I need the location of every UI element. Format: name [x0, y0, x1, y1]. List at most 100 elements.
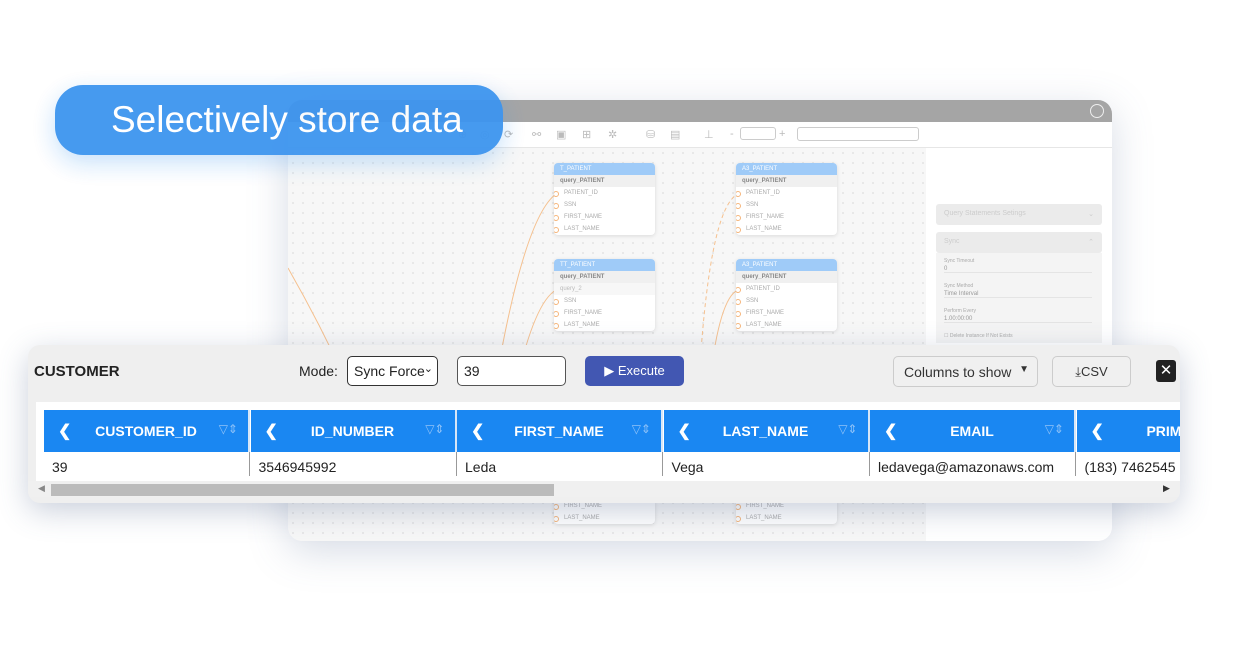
checkbox-label: Delete Instance If Not Exists	[949, 333, 1013, 339]
decrease-button[interactable]: -	[730, 128, 734, 140]
chevron-left-icon[interactable]: ❮	[884, 421, 897, 441]
table-cell: ledavega@amazonaws.com	[870, 452, 1076, 476]
table-cell: 3546945992	[251, 452, 457, 476]
table-node[interactable]: A3_PATIENT query_PATIENT PATIENT_ID SSN …	[736, 163, 837, 235]
scroll-left-icon[interactable]: ◀	[38, 483, 45, 494]
refresh-icon[interactable]: ⟳	[504, 128, 513, 141]
dialog-title: CUSTOMER	[34, 363, 120, 380]
node-query: query_PATIENT	[736, 271, 837, 283]
add-table-icon[interactable]: ⊞	[582, 128, 591, 141]
sync-timeout-input[interactable]: 0	[944, 266, 1092, 273]
value-input[interactable]: 39	[457, 356, 566, 386]
node-title: TT_PATIENT	[554, 259, 655, 271]
chevron-down-icon: ⌄	[1088, 211, 1094, 218]
sync-method-select[interactable]: Time Interval	[944, 291, 1092, 298]
field-label: Perform Every	[944, 308, 976, 314]
column-header[interactable]: ❮ CUSTOMER_ID ▽⇕	[44, 410, 250, 452]
column-header[interactable]: ❮ EMAIL ▽⇕	[870, 410, 1076, 452]
perform-every-input[interactable]: 1.00:00:00	[944, 316, 1092, 323]
field-label: Sync Timeout	[944, 258, 975, 264]
filter-sort-icon[interactable]: ▽⇕	[838, 422, 857, 436]
mode-select[interactable]: Sync Force ⌄	[347, 356, 438, 386]
node-field: PATIENT_ID	[736, 283, 837, 295]
node-query: query_PATIENT	[736, 175, 837, 187]
field-label: Sync Method	[944, 283, 974, 289]
node-field: LAST_NAME	[736, 319, 837, 331]
table-cell: (183) 7462545	[1077, 452, 1181, 476]
horizontal-scrollbar[interactable]: ◀ ▶	[28, 481, 1180, 497]
play-icon: ▶	[604, 363, 618, 378]
hierarchy-icon[interactable]: ⊥	[704, 128, 714, 141]
chevron-left-icon[interactable]: ❮	[265, 421, 278, 441]
node-field: LAST_NAME	[736, 223, 837, 235]
user-icon[interactable]	[1090, 104, 1104, 118]
scrollbar-thumb[interactable]	[51, 484, 554, 496]
chevron-down-icon: ⌄	[423, 363, 433, 375]
node-field: LAST_NAME	[554, 223, 655, 235]
accordion-label: Query Statements Setings	[944, 210, 1026, 217]
network-icon[interactable]: ✲	[608, 128, 617, 141]
node-field: LAST_NAME	[554, 319, 655, 331]
node-field: SSN	[736, 295, 837, 307]
columns-label: Columns to show	[904, 364, 1012, 380]
delete-checkbox[interactable]: ☐ Delete Instance If Not Exists	[944, 333, 1013, 339]
node-field: PATIENT_ID	[554, 187, 655, 199]
node-title: A3_PATIENT	[736, 259, 837, 271]
column-label: LAST_NAME	[722, 423, 809, 439]
column-header[interactable]: ❮ LAST_NAME ▽⇕	[663, 410, 870, 452]
mode-value: Sync Force	[354, 363, 425, 379]
link-icon[interactable]: ⚯	[532, 128, 541, 141]
mode-label: Mode:	[299, 363, 338, 379]
node-field: LAST_NAME	[554, 512, 655, 524]
node-field: PATIENT_ID	[736, 187, 837, 199]
accordion-label: Sync	[944, 238, 960, 245]
column-label: EMAIL	[950, 423, 994, 439]
increase-button[interactable]: +	[779, 128, 785, 140]
columns-to-show-dropdown[interactable]: Columns to show ▼	[893, 356, 1038, 387]
table-node[interactable]: A3_PATIENT query_PATIENT PATIENT_ID SSN …	[736, 259, 837, 331]
column-label: ID_NUMBER	[310, 423, 395, 439]
node-field: SSN	[554, 199, 655, 211]
table-cell: Vega	[664, 452, 870, 476]
node-title: T_PATIENT	[554, 163, 655, 175]
table-node[interactable]: T_PATIENT query_PATIENT PATIENT_ID SSN F…	[554, 163, 655, 235]
node-field: SSN	[554, 295, 655, 307]
column-label: FIRST_NAME	[514, 423, 604, 439]
chevron-left-icon[interactable]: ❮	[471, 421, 484, 441]
table-search-icon[interactable]: ▤	[670, 128, 680, 141]
close-icon[interactable]: ✕	[1156, 360, 1176, 382]
node-field: SSN	[736, 199, 837, 211]
table-cell: 39	[44, 452, 250, 476]
query-settings-accordion[interactable]: Query Statements Setings ⌄	[936, 204, 1102, 225]
chevron-left-icon[interactable]: ❮	[678, 421, 691, 441]
column-header[interactable]: ❮ FIRST_NAME ▽⇕	[457, 410, 663, 452]
chevron-left-icon[interactable]: ❮	[58, 421, 71, 441]
node-title: A3_PATIENT	[736, 163, 837, 175]
table-node[interactable]: FIRST_NAME LAST_NAME	[736, 500, 837, 524]
query-select[interactable]	[797, 127, 919, 141]
execute-button[interactable]: ▶ Execute	[585, 356, 684, 386]
group-icon[interactable]: ▣	[556, 128, 566, 141]
table-node[interactable]: FIRST_NAME LAST_NAME	[554, 500, 655, 524]
scroll-right-icon[interactable]: ▶	[1163, 483, 1170, 494]
column-header[interactable]: ❮ ID_NUMBER ▽⇕	[250, 410, 457, 452]
node-field: FIRST_NAME	[736, 307, 837, 319]
column-header[interactable]: ❮ PRIMARY	[1076, 410, 1180, 452]
filter-sort-icon[interactable]: ▽⇕	[1045, 422, 1064, 436]
filter-sort-icon[interactable]: ▽⇕	[425, 422, 444, 436]
csv-button[interactable]: ⤓CSV	[1052, 356, 1131, 387]
filter-sort-icon[interactable]: ▽⇕	[219, 422, 238, 436]
filter-sort-icon[interactable]: ▽⇕	[632, 422, 651, 436]
node-field: LAST_NAME	[736, 512, 837, 524]
level-select[interactable]	[740, 127, 776, 140]
chevron-left-icon[interactable]: ❮	[1091, 421, 1104, 441]
db-search-icon[interactable]: ⛁	[646, 128, 655, 141]
column-label: PRIMARY	[1146, 423, 1180, 439]
caret-down-icon: ▼	[1019, 364, 1029, 375]
node-field: FIRST_NAME	[554, 211, 655, 223]
customer-dialog: CUSTOMER Mode: Sync Force ⌄ 39 ▶ Execute …	[28, 345, 1180, 503]
node-field: FIRST_NAME	[554, 307, 655, 319]
sync-accordion[interactable]: Sync ⌃	[936, 232, 1102, 253]
execute-label: Execute	[617, 363, 665, 378]
table-node[interactable]: TT_PATIENT query_PATIENT query_2 SSN FIR…	[554, 259, 655, 331]
